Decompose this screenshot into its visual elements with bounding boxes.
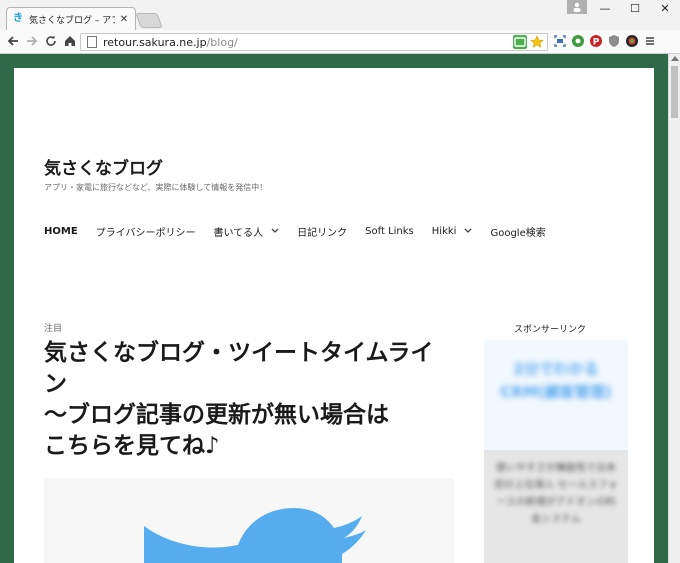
page-content: 気さくなブログ アプリ・家電に旅行などなど、実際に体験して情報を発信中！ HOM… <box>14 68 654 563</box>
back-icon[interactable] <box>5 34 21 50</box>
post-title-line: こちらを見てね♪ <box>44 433 220 459</box>
close-window-button[interactable]: ✕ <box>650 0 680 18</box>
address-bar[interactable]: retour.sakura.ne.jp /blog/ <box>80 33 548 51</box>
site-description: アプリ・家電に旅行などなど、実際に体験して情報を発信中！ <box>44 183 268 192</box>
pinterest-icon[interactable]: P <box>589 34 603 48</box>
site-title[interactable]: 気さくなブログ <box>44 154 163 179</box>
reload-icon[interactable] <box>43 34 59 50</box>
home-icon[interactable] <box>62 34 78 50</box>
new-tab-button[interactable] <box>135 13 163 28</box>
page-icon <box>87 36 97 48</box>
tab-close-icon[interactable]: ✕ <box>119 14 129 25</box>
main-navigation: HOME プライバシーポリシー 書いてる人 日記リンク Soft Links H… <box>44 224 564 239</box>
browser-titlebar: き 気さくなブログ – アプリ・家電に ✕ — ☐ ✕ <box>0 0 680 30</box>
nav-item-label: 書いてる人 <box>213 228 264 239</box>
post-category[interactable]: 注目 <box>44 321 62 334</box>
svg-text:P: P <box>593 38 600 48</box>
sponsored-ad[interactable]: 2分でわかるCRM(顧客管理) 使いやすさが機能性で日本初の上位導入 セールスフ… <box>484 340 628 563</box>
nav-item-label: Google検索 <box>490 228 546 239</box>
nav-item-label: Hikki <box>431 226 457 237</box>
page-viewport: 気さくなブログ アプリ・家電に旅行などなど、実際に体験して情報を発信中！ HOM… <box>0 54 668 563</box>
url-host: retour.sakura.ne.jp <box>103 35 207 49</box>
ad-headline: 2分でわかるCRM(顧客管理) <box>500 360 612 401</box>
nav-item-author[interactable]: 書いてる人 <box>213 224 279 239</box>
nav-item-label: プライバシーポリシー <box>95 228 196 239</box>
nav-item-soft-links[interactable]: Soft Links <box>365 226 414 237</box>
tab-title: 気さくなブログ – アプリ・家電に <box>29 15 115 26</box>
chevron-down-icon[interactable] <box>464 227 472 236</box>
nav-item-google-search[interactable]: Google検索 <box>490 224 545 239</box>
post-hero-image[interactable] <box>44 478 454 563</box>
chevron-down-icon[interactable] <box>271 227 279 236</box>
extension-green-icon[interactable] <box>571 34 585 48</box>
scroll-up-arrow-icon[interactable] <box>671 56 679 61</box>
url-path: /blog/ <box>206 35 238 49</box>
post-title-line: ～ブログ記事の更新が無い場合は <box>44 402 389 428</box>
nav-item-label: 日記リンク <box>297 228 348 239</box>
scrollbar-thumb[interactable] <box>671 66 678 118</box>
screen-capture-icon[interactable] <box>553 34 567 48</box>
nav-item-diary-links[interactable]: 日記リンク <box>297 224 347 239</box>
bookmark-star-icon[interactable] <box>530 35 544 49</box>
shield-extension-icon[interactable] <box>607 34 621 48</box>
sidebar-sponsor-title: スポンサーリンク <box>514 325 587 335</box>
color-picker-icon[interactable] <box>625 34 639 48</box>
ad-banner: 2分でわかるCRM(顧客管理) <box>484 340 628 450</box>
menu-icon[interactable] <box>643 34 657 48</box>
nav-item-label: HOME <box>44 226 78 237</box>
page-scrollbar[interactable] <box>668 54 680 563</box>
profile-icon[interactable] <box>567 0 587 14</box>
maximize-button[interactable]: ☐ <box>620 0 650 18</box>
browser-tab[interactable]: き 気さくなブログ – アプリ・家電に ✕ <box>6 7 136 30</box>
nav-item-label: Soft Links <box>365 226 414 237</box>
nav-item-hikki[interactable]: Hikki <box>432 226 473 237</box>
nav-item-privacy[interactable]: プライバシーポリシー <box>96 224 196 239</box>
nav-item-home[interactable]: HOME <box>44 226 78 237</box>
minimize-button[interactable]: — <box>590 0 620 18</box>
twitter-bird-icon <box>144 508 366 563</box>
forward-icon[interactable] <box>24 34 40 50</box>
ad-body-text: 使いやすさが機能性で日本初の上位導入 セールスフォースの新規がアドオンの料金シス… <box>494 463 618 525</box>
extension-shield-icon[interactable] <box>513 35 527 49</box>
site-favicon-icon: き <box>13 13 23 24</box>
post-title[interactable]: 気さくなブログ・ツイートタイムライン ～ブログ記事の更新が無い場合は こちらを見… <box>44 338 454 462</box>
browser-toolbar: retour.sakura.ne.jp /blog/ P <box>0 30 680 54</box>
post-title-line: 気さくなブログ・ツイートタイムライン <box>44 340 434 397</box>
